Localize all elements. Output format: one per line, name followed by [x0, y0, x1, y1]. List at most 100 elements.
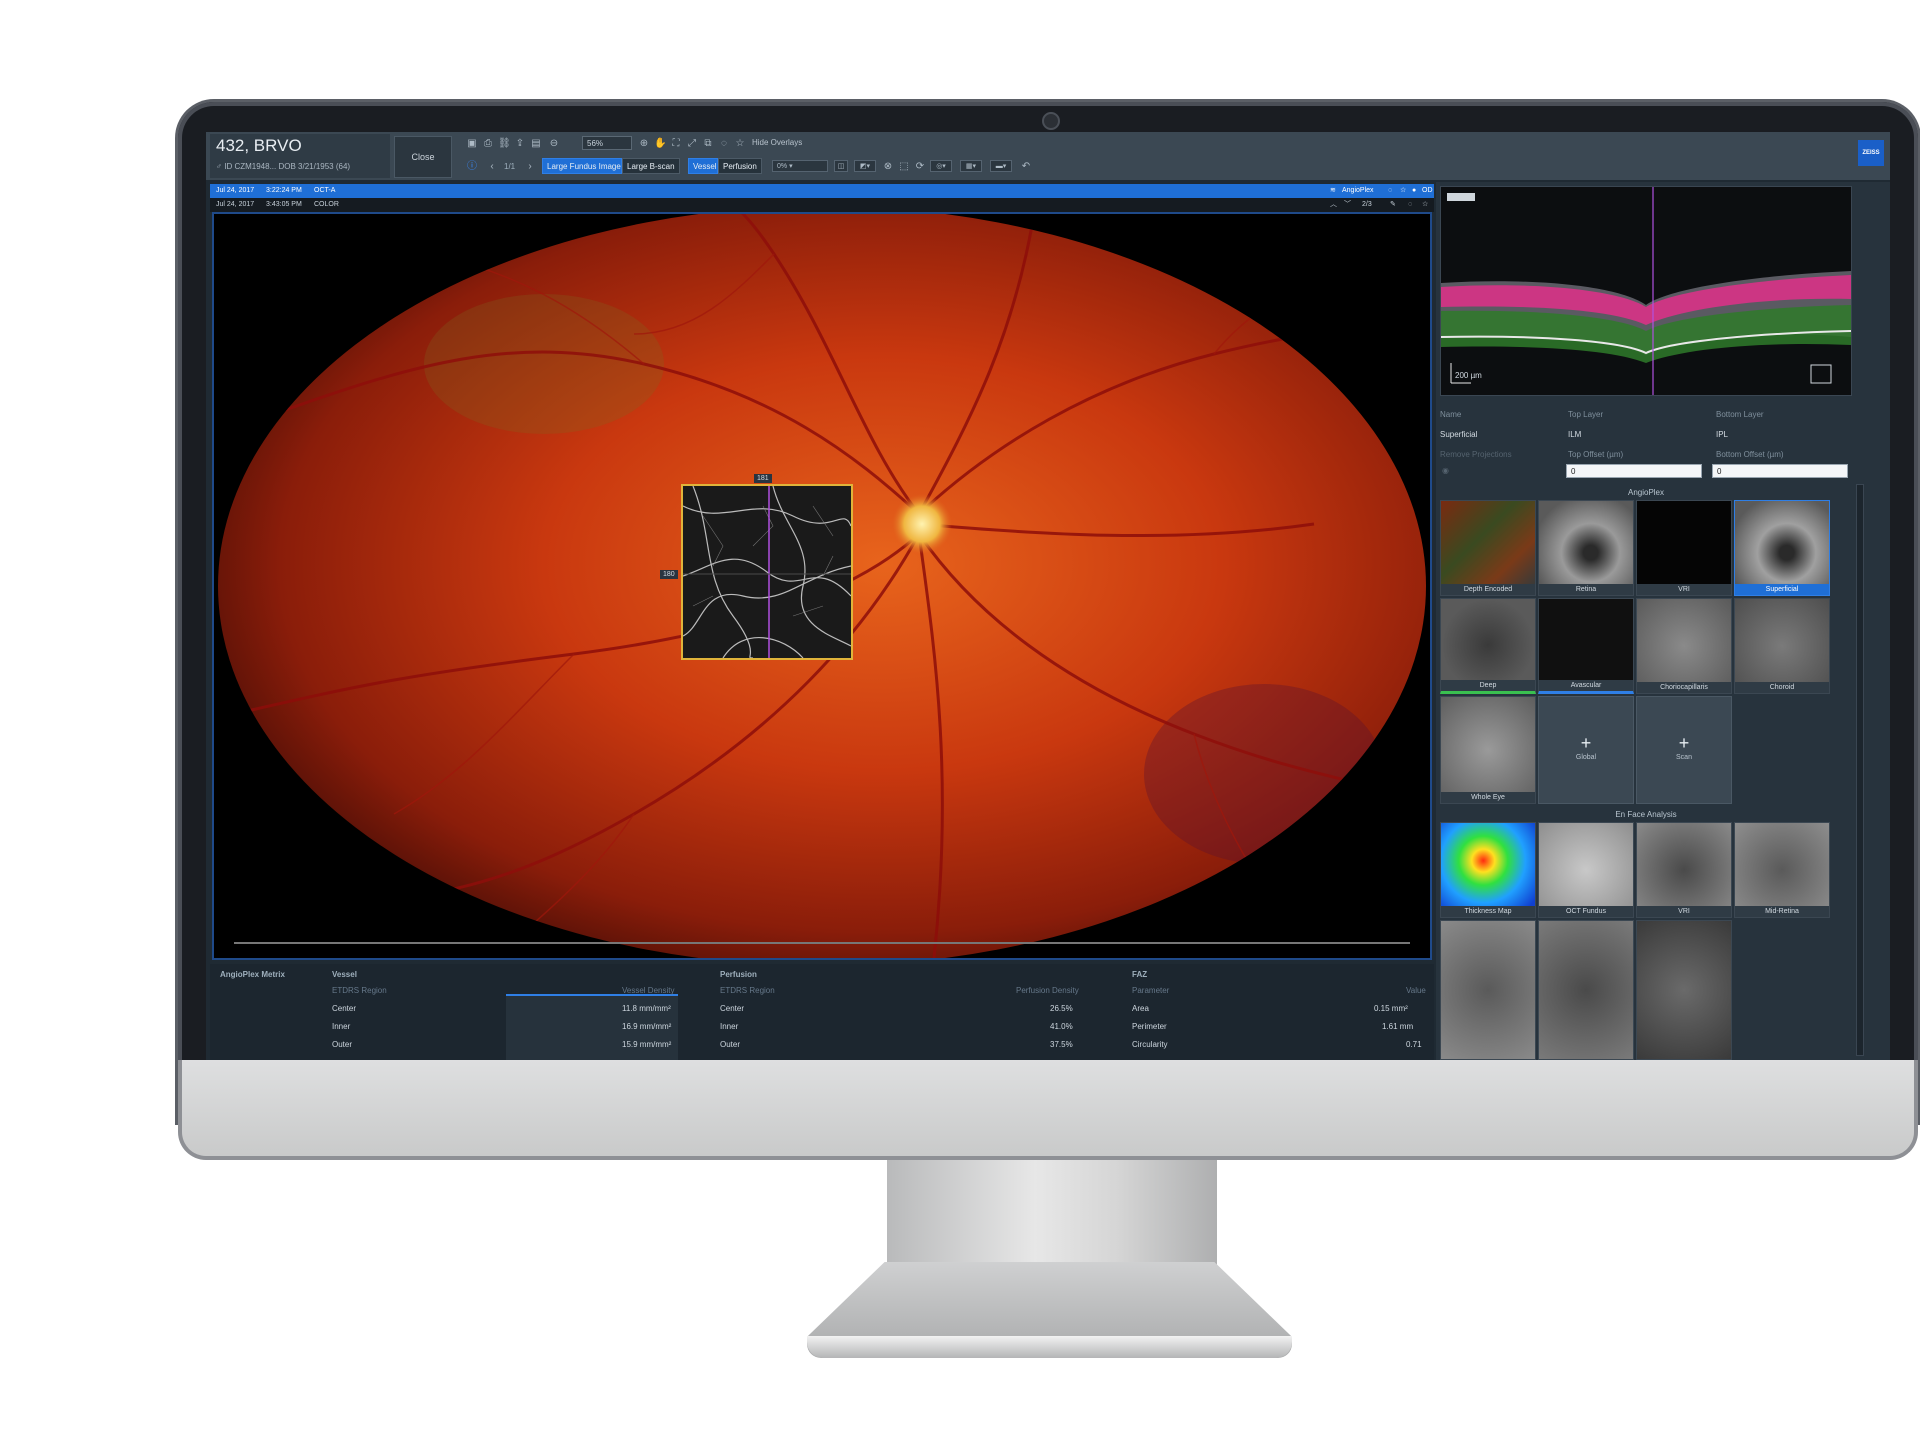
tab-large-fundus-image[interactable]: Large Fundus Image	[542, 158, 622, 174]
thumb-oct-fundus[interactable]: OCT Fundus	[1538, 822, 1634, 918]
overlay-color-icon[interactable]: ▬▾	[990, 160, 1012, 172]
layer-name[interactable]: Superficial	[1440, 430, 1477, 439]
image-counter[interactable]: 2/3	[1362, 198, 1372, 212]
link-icon[interactable]: ⛓	[498, 138, 511, 150]
bottom-offset-label: Bottom Offset (µm)	[1716, 450, 1784, 459]
image-scrubber[interactable]	[234, 942, 1410, 944]
thumb-caption: OCT Fundus	[1539, 906, 1633, 917]
opacity-value: 0%	[777, 163, 788, 170]
grid-icon[interactable]: ▦▾	[960, 160, 982, 172]
prev-icon[interactable]: ‹	[486, 161, 498, 173]
thumb-extra[interactable]	[1538, 920, 1634, 1060]
hide-overlays-toggle[interactable]: Hide Overlays	[752, 138, 802, 147]
info-icon[interactable]: ⓘ	[466, 161, 478, 173]
octa-overlay-roi[interactable]	[681, 484, 853, 660]
thumb-mid-retina[interactable]: Mid-Retina	[1734, 822, 1830, 918]
thumb-caption: VRI	[1637, 584, 1731, 595]
add-global-label: Global	[1575, 754, 1597, 761]
page-indicator: 1/1	[504, 162, 516, 171]
faz-col-value: Value	[1406, 986, 1426, 995]
patient-card[interactable]: 432, BRVO ♂ ID CZM1948... DOB 3/21/1953 …	[210, 134, 390, 178]
thumb-retina[interactable]: Retina	[1538, 500, 1634, 596]
thumb-superficial[interactable]: Superficial	[1734, 500, 1830, 596]
patient-name: 432, BRVO	[216, 136, 302, 155]
star-icon[interactable]: ☆	[1400, 184, 1406, 198]
undo-icon[interactable]: ↶	[1020, 161, 1032, 173]
thumb-vri-enface[interactable]: VRI	[1636, 822, 1732, 918]
thumb-caption: Mid-Retina	[1735, 906, 1829, 917]
next-icon[interactable]: ›	[524, 161, 536, 173]
add-scan-tile[interactable]: + Scan	[1636, 696, 1732, 804]
save-icon[interactable]: ▣	[466, 138, 478, 150]
app-screen: 432, BRVO ♂ ID CZM1948... DOB 3/21/1953 …	[206, 132, 1890, 1060]
opacity-select[interactable]: 0% ▾	[772, 160, 828, 172]
settings-icon[interactable]: ⊗	[882, 161, 894, 173]
angioplex-metrix-panel: AngioPlex Metrix Vessel ETDRS Region Ves…	[210, 964, 1434, 1060]
oct-b-scan[interactable]: 200 µm	[1440, 186, 1852, 396]
bottom-layer-select[interactable]: IPL	[1716, 430, 1728, 439]
top-layer-select[interactable]: ILM	[1568, 430, 1581, 439]
brightness-icon[interactable]: ◩▾	[854, 160, 876, 172]
zoom-select[interactable]: 56%	[582, 136, 632, 150]
zoom-out-icon[interactable]: ⊖	[548, 138, 560, 150]
layout-icon[interactable]: ⧉	[702, 138, 714, 150]
thumb-thickness-map[interactable]: Thickness Map	[1440, 822, 1536, 918]
top-offset-label: Top Offset (µm)	[1568, 450, 1624, 459]
monitor-stand-neck	[887, 1160, 1217, 1270]
export-icon[interactable]: ⇪	[514, 138, 526, 150]
tab-large-b-scan[interactable]: Large B-scan	[622, 158, 680, 174]
close-button[interactable]: Close	[394, 136, 452, 178]
tab-perfusion[interactable]: Perfusion	[718, 158, 762, 174]
en-face-section-title: En Face Analysis	[1615, 810, 1677, 819]
vessel-row-value: 16.9 mm/mm²	[622, 1022, 672, 1031]
thumb-whole-eye[interactable]: Whole Eye	[1440, 696, 1536, 804]
faz-row-value: 0.15 mm²	[1374, 1004, 1408, 1013]
thumbnail-scrollbar[interactable]	[1856, 484, 1864, 1056]
crop-icon[interactable]: ⬚	[898, 161, 910, 173]
thumb-deep[interactable]: Deep	[1440, 598, 1536, 694]
fullscreen-icon[interactable]: ⤢	[686, 138, 698, 150]
thumb-depth-encoded[interactable]: Depth Encoded	[1440, 500, 1536, 596]
layers-icon[interactable]: ≋	[1330, 184, 1336, 198]
faz-row-label: Circularity	[1132, 1040, 1168, 1049]
thumb-choriocapillaris[interactable]: Choriocapillaris	[1636, 598, 1732, 694]
thumb-vri[interactable]: VRI	[1636, 500, 1732, 596]
add-global-tile[interactable]: + Global	[1538, 696, 1634, 804]
fundus-viewer[interactable]: 181 180	[212, 212, 1432, 960]
bottom-offset-input[interactable]: 0	[1712, 464, 1848, 478]
vessel-col-region: ETDRS Region	[332, 986, 387, 995]
thumb-choroid[interactable]: Choroid	[1734, 598, 1830, 694]
comment-icon[interactable]: ◌	[1408, 198, 1412, 212]
thumb-caption: Avascular	[1539, 680, 1633, 691]
edit-icon[interactable]: ✎	[1390, 198, 1396, 212]
scan-time: 3:43:05 PM	[266, 201, 302, 208]
remove-projections-toggle[interactable]: ◉	[1442, 466, 1449, 475]
scan-time: 3:22:24 PM	[266, 187, 302, 194]
comment-icon[interactable]: ◌	[718, 138, 730, 150]
thumb-extra[interactable]	[1636, 920, 1732, 1060]
comment-icon[interactable]: ◌	[1388, 184, 1392, 198]
zoom-in-icon[interactable]: ⊕	[638, 138, 650, 150]
color-scan-bar[interactable]: Jul 24, 2017 3:43:05 PM COLOR ︿ ﹀ 2/3 ✎ …	[210, 198, 1434, 212]
star-icon[interactable]: ☆	[1422, 198, 1428, 212]
scan-date: Jul 24, 2017	[216, 187, 255, 194]
thumb-avascular[interactable]: Avascular	[1538, 598, 1634, 694]
fit-icon[interactable]: ⛶	[670, 138, 682, 150]
contrast-icon[interactable]: ◫	[834, 160, 848, 172]
faz-col-param: Parameter	[1132, 986, 1170, 995]
tab-vessel[interactable]: Vessel	[688, 158, 718, 174]
right-panel: 200 µm Name Top Layer Bottom Layer Super…	[1436, 182, 1890, 1060]
pan-hand-icon[interactable]: ✋	[654, 138, 666, 150]
print-icon[interactable]: ⎙	[482, 138, 494, 150]
chevron-up-icon[interactable]: ︿	[1330, 198, 1337, 212]
target-icon[interactable]: ◎▾	[930, 160, 952, 172]
top-offset-input[interactable]: 0	[1566, 464, 1702, 478]
thumb-extra[interactable]	[1440, 920, 1536, 1060]
rotate-icon[interactable]: ⟳	[914, 161, 926, 173]
star-icon[interactable]: ☆	[734, 138, 746, 150]
chevron-down-icon[interactable]: ﹀	[1344, 198, 1351, 212]
report-icon[interactable]: ▤	[530, 138, 542, 150]
thumb-caption: Deep	[1441, 680, 1535, 691]
oct-a-scan-bar[interactable]: Jul 24, 2017 3:22:24 PM OCT-A ≋ AngioPle…	[210, 184, 1434, 198]
vessel-row-value: 11.8 mm/mm²	[622, 1004, 671, 1013]
